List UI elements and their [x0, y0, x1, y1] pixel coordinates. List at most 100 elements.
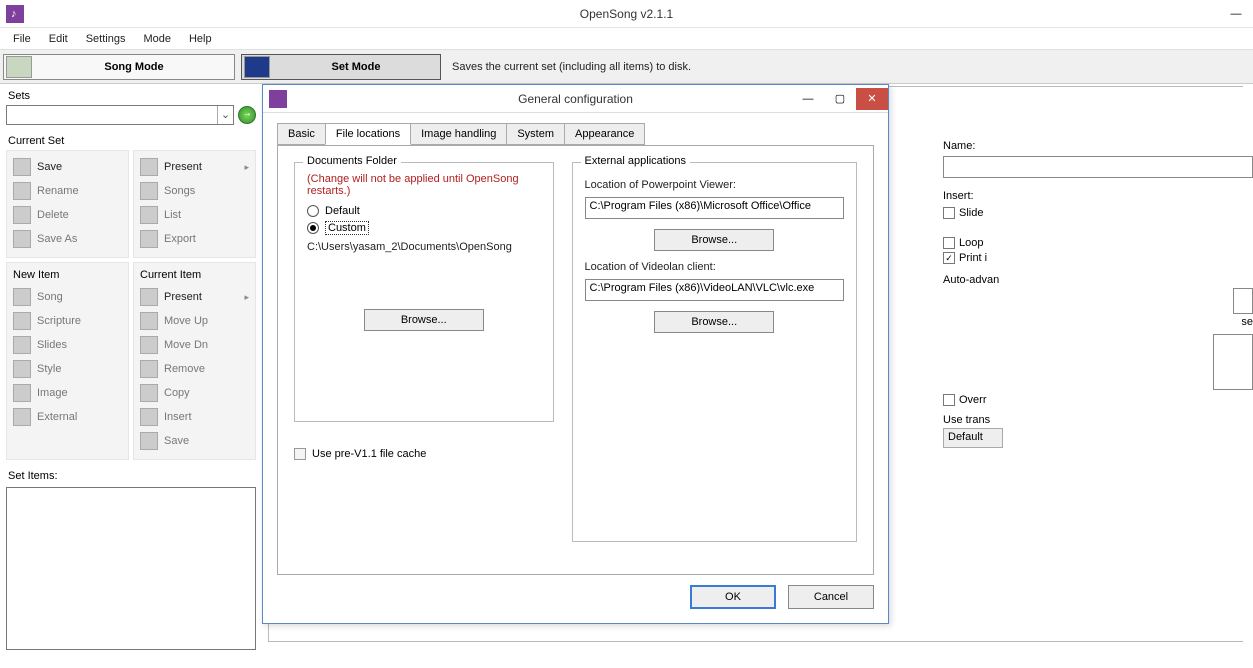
dialog-title: General configuration [263, 92, 888, 106]
songs-icon [140, 182, 158, 200]
insert-button[interactable]: Insert [136, 405, 253, 429]
tab-basic[interactable]: Basic [277, 123, 326, 145]
moveup-button[interactable]: Move Up [136, 309, 253, 333]
documents-folder-group: Documents Folder (Change will not be app… [294, 162, 554, 422]
tab-image-handling[interactable]: Image handling [410, 123, 507, 145]
ppt-browse-button[interactable]: Browse... [654, 229, 774, 251]
scripture-icon [13, 312, 31, 330]
sets-label: Sets [6, 88, 256, 105]
set-mode-button[interactable]: Set Mode [241, 54, 441, 80]
precache-checkbox-row[interactable]: Use pre-V1.1 file cache [294, 448, 554, 460]
chevron-down-icon: ⌄ [217, 106, 233, 124]
new-style-button[interactable]: Style [9, 357, 126, 381]
delete-icon [13, 206, 31, 224]
insert-icon [140, 408, 158, 426]
window-title: OpenSong v2.1.1 [0, 7, 1253, 21]
external-apps-group: External applications Location of Powerp… [572, 162, 858, 542]
ppt-label: Location of Powerpoint Viewer: [585, 179, 845, 191]
saveas-button[interactable]: Save As [9, 227, 126, 251]
copy-button[interactable]: Copy [136, 381, 253, 405]
item-save-button[interactable]: Save [136, 429, 253, 453]
override-label: Overr [959, 394, 987, 406]
item-present-button[interactable]: Present▸ [136, 285, 253, 309]
override-checkbox[interactable] [943, 394, 955, 406]
slide-icon [943, 207, 955, 219]
save-icon [13, 158, 31, 176]
delete-button[interactable]: Delete [9, 203, 126, 227]
list-button[interactable]: List [136, 203, 253, 227]
new-item-panel: New Item Song Scripture Slides Style Ima… [6, 262, 129, 460]
default-radio[interactable]: Default [307, 205, 541, 217]
sets-go-button[interactable] [238, 106, 256, 124]
set-items-label: Set Items: [6, 468, 256, 485]
song-mode-button[interactable]: Song Mode [3, 54, 235, 80]
vlc-browse-button[interactable]: Browse... [654, 311, 774, 333]
remove-button[interactable]: Remove [136, 357, 253, 381]
present-icon [140, 158, 158, 176]
precache-label: Use pre-V1.1 file cache [312, 448, 426, 460]
external-icon [13, 408, 31, 426]
menu-help[interactable]: Help [180, 30, 221, 48]
name-input[interactable] [943, 156, 1253, 178]
documents-browse-button[interactable]: Browse... [364, 309, 484, 331]
new-slides-button[interactable]: Slides [9, 333, 126, 357]
menu-file[interactable]: File [4, 30, 40, 48]
rename-icon [13, 182, 31, 200]
current-item-panel: Current Item Present▸ Move Up Move Dn Re… [133, 262, 256, 460]
titlebar: ♪ OpenSong v2.1.1 — [0, 0, 1253, 28]
trans-dropdown[interactable]: Default [943, 428, 1003, 448]
radio-icon [307, 222, 319, 234]
image-icon [13, 384, 31, 402]
export-button[interactable]: Export [136, 227, 253, 251]
movedn-button[interactable]: Move Dn [136, 333, 253, 357]
right-panel: Name: Insert: Slide Loop ✓Print i Auto-a… [943, 138, 1253, 448]
save-button[interactable]: Save [9, 155, 126, 179]
loop-checkbox[interactable] [943, 237, 955, 249]
current-item-label: Current Item [136, 267, 253, 285]
set-mode-label: Set Mode [272, 61, 440, 73]
vlc-path-input[interactable]: C:\Program Files (x86)\VideoLAN\VLC\vlc.… [585, 279, 845, 301]
menu-edit[interactable]: Edit [40, 30, 77, 48]
ppt-path-input[interactable]: C:\Program Files (x86)\Microsoft Office\… [585, 197, 845, 219]
documents-legend: Documents Folder [303, 155, 401, 167]
auto-label: Auto-advan [943, 272, 1253, 288]
use-trans-label: Use trans [943, 412, 1253, 428]
menu-settings[interactable]: Settings [77, 30, 135, 48]
print-checkbox[interactable]: ✓ [943, 252, 955, 264]
chevron-right-icon: ▸ [244, 162, 249, 173]
chevron-right-icon: ▸ [244, 292, 249, 303]
menu-mode[interactable]: Mode [134, 30, 180, 48]
copy-icon [140, 384, 158, 402]
song-mode-icon [6, 56, 32, 78]
sec-label: se [943, 314, 1253, 330]
ok-button[interactable]: OK [690, 585, 776, 609]
songs-button[interactable]: Songs [136, 179, 253, 203]
tab-appearance[interactable]: Appearance [564, 123, 645, 145]
mode-toolbar: Song Mode Set Mode Saves the current set… [0, 50, 1253, 84]
new-scripture-button[interactable]: Scripture [9, 309, 126, 333]
moveup-icon [140, 312, 158, 330]
preview-box [1213, 334, 1253, 390]
new-song-button[interactable]: Song [9, 285, 126, 309]
auto-input[interactable] [1233, 288, 1253, 314]
current-set-left: Save Rename Delete Save As [6, 150, 129, 258]
remove-icon [140, 360, 158, 378]
rename-button[interactable]: Rename [9, 179, 126, 203]
new-image-button[interactable]: Image [9, 381, 126, 405]
tab-file-locations[interactable]: File locations [325, 123, 411, 145]
set-items-list[interactable] [6, 487, 256, 650]
present-button[interactable]: Present▸ [136, 155, 253, 179]
cancel-button[interactable]: Cancel [788, 585, 874, 609]
tab-system[interactable]: System [506, 123, 565, 145]
config-dialog: General configuration — ▢ ✕ Basic File l… [262, 84, 889, 624]
name-label: Name: [943, 138, 1253, 154]
save-icon [140, 432, 158, 450]
export-icon [140, 230, 158, 248]
sets-combo[interactable]: ⌄ [6, 105, 234, 125]
current-set-label: Current Set [6, 133, 256, 150]
slide-button[interactable]: Slide [959, 207, 983, 219]
custom-radio[interactable]: Custom [307, 221, 541, 235]
vlc-label: Location of Videolan client: [585, 261, 845, 273]
new-external-button[interactable]: External [9, 405, 126, 429]
precache-checkbox[interactable] [294, 448, 306, 460]
